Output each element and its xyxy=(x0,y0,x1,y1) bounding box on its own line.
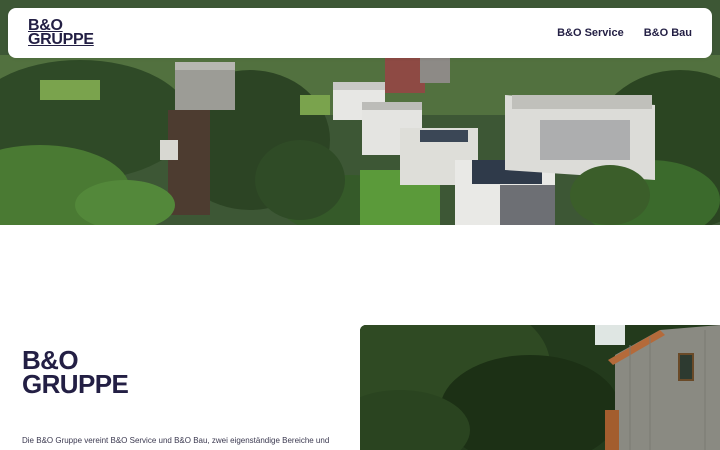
site-header: B&O GRUPPE B&O Service B&O Bau xyxy=(8,8,712,58)
main-nav: B&O Service B&O Bau xyxy=(557,27,692,39)
building-photo xyxy=(360,325,720,450)
nav-link-service[interactable]: B&O Service xyxy=(557,27,624,39)
nav-link-bau[interactable]: B&O Bau xyxy=(644,27,692,39)
section-logo: B&O GRUPPE xyxy=(22,347,129,399)
building-photo-illustration xyxy=(360,325,720,450)
intro-text: Die B&O Gruppe vereint B&O Service und B… xyxy=(22,436,330,445)
section-logo-line2: GRUPPE xyxy=(22,369,129,399)
header-logo-line2: GRUPPE xyxy=(28,31,94,48)
header-logo[interactable]: B&O GRUPPE xyxy=(28,18,94,48)
